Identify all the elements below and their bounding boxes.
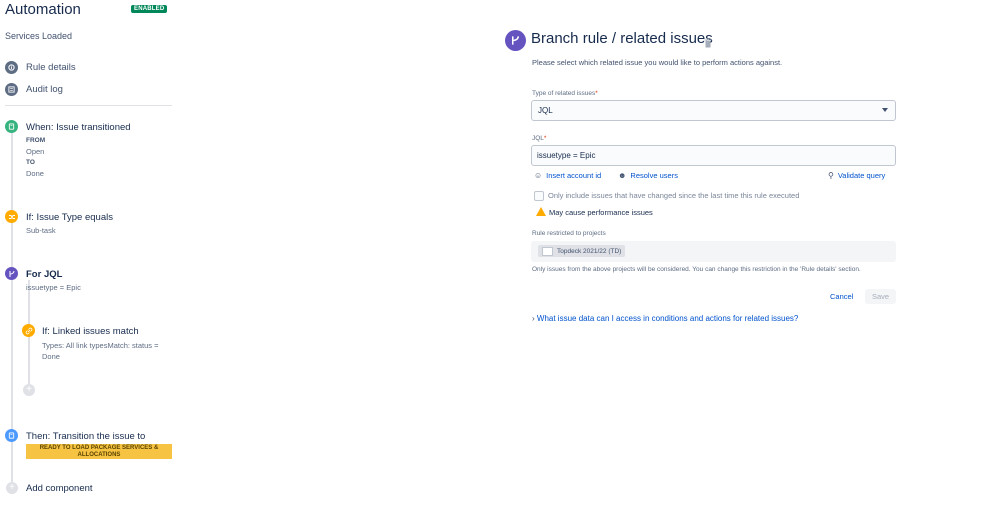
add-component-label[interactable]: Add component bbox=[26, 483, 93, 494]
chevron-down-icon bbox=[882, 108, 888, 112]
condition-title: If: Issue Type equals bbox=[26, 212, 113, 223]
nested-condition-title: If: Linked issues match bbox=[42, 326, 139, 337]
trigger-title: When: Issue transitioned bbox=[26, 122, 131, 133]
target-status-chip: READY TO LOAD PACKAGE SERVICES & ALLOCAT… bbox=[26, 444, 172, 459]
save-button[interactable]: Save bbox=[865, 289, 896, 304]
audit-log-icon bbox=[5, 82, 18, 96]
divider bbox=[5, 105, 172, 106]
jql-field-label: JQL* bbox=[532, 135, 547, 142]
add-branch-component-button[interactable]: + bbox=[23, 384, 35, 396]
trigger-icon bbox=[5, 120, 18, 133]
trigger-to-value: Done bbox=[26, 169, 44, 178]
branch-icon bbox=[5, 267, 18, 280]
jql-input[interactable]: issuetype = Epic bbox=[531, 145, 896, 166]
branch-detail: issuetype = Epic bbox=[26, 283, 81, 292]
nested-condition-step[interactable] bbox=[22, 324, 35, 337]
nav-label: Rule details bbox=[26, 61, 76, 73]
info-icon bbox=[5, 60, 18, 74]
faq-link[interactable]: › What issue data can I access in condit… bbox=[532, 314, 798, 323]
action-icon bbox=[5, 429, 18, 442]
page-title: Automation bbox=[5, 1, 81, 18]
action-step[interactable] bbox=[5, 429, 18, 442]
link-icon bbox=[22, 324, 35, 337]
restrict-note: Only issues from the above projects will… bbox=[532, 266, 861, 273]
condition-step[interactable] bbox=[5, 210, 18, 223]
nav-rule-details[interactable]: Rule details bbox=[5, 60, 76, 74]
branch-title: For JQL bbox=[26, 269, 63, 280]
nav-audit-log[interactable]: Audit log bbox=[5, 82, 63, 96]
related-issue-type-select[interactable]: JQL bbox=[531, 100, 896, 121]
search-icon: ⚲ bbox=[828, 171, 834, 180]
project-chip: Topdeck 2021/22 (TD) bbox=[538, 245, 626, 257]
resolve-users-link[interactable]: ☻ Resolve users bbox=[618, 171, 678, 180]
trigger-from-value: Open bbox=[26, 147, 45, 156]
only-include-checkbox[interactable] bbox=[534, 191, 544, 201]
panel-title: Branch rule / related issues bbox=[531, 30, 713, 47]
nav-label: Audit log bbox=[26, 83, 63, 95]
trash-icon[interactable] bbox=[704, 35, 712, 48]
rule-name[interactable]: Services Loaded bbox=[5, 31, 72, 41]
condition-detail: Sub-task bbox=[26, 226, 56, 235]
restrict-label: Rule restricted to projects bbox=[532, 230, 606, 237]
branch-step[interactable] bbox=[5, 267, 18, 280]
trigger-step[interactable] bbox=[5, 120, 18, 133]
chevron-right-icon: › bbox=[532, 314, 535, 323]
cancel-button[interactable]: Cancel bbox=[824, 289, 859, 304]
project-avatar-icon bbox=[542, 246, 553, 256]
validate-query-link[interactable]: ⚲ Validate query bbox=[828, 171, 885, 180]
shuffle-icon bbox=[5, 210, 18, 223]
only-include-label: Only include issues that have changed si… bbox=[548, 191, 800, 200]
type-field-label: Type of related issues* bbox=[532, 90, 598, 97]
warning-icon bbox=[536, 207, 546, 216]
add-component-icon[interactable]: + bbox=[6, 482, 18, 494]
trigger-from-label: FROM bbox=[26, 137, 46, 144]
branch-icon bbox=[505, 30, 526, 51]
nested-condition-detail: Types: All link typesMatch: status = Don… bbox=[42, 341, 159, 361]
status-badge: ENABLED bbox=[131, 5, 168, 13]
panel-description: Please select which related issue you wo… bbox=[532, 58, 783, 67]
action-title: Then: Transition the issue to bbox=[26, 431, 146, 442]
trigger-to-label: TO bbox=[26, 159, 35, 166]
insert-account-id-link[interactable]: ☺ Insert account id bbox=[534, 171, 601, 180]
user-icon: ☺ bbox=[534, 171, 543, 180]
warning-text: May cause performance issues bbox=[549, 208, 653, 217]
users-icon: ☻ bbox=[618, 171, 627, 180]
